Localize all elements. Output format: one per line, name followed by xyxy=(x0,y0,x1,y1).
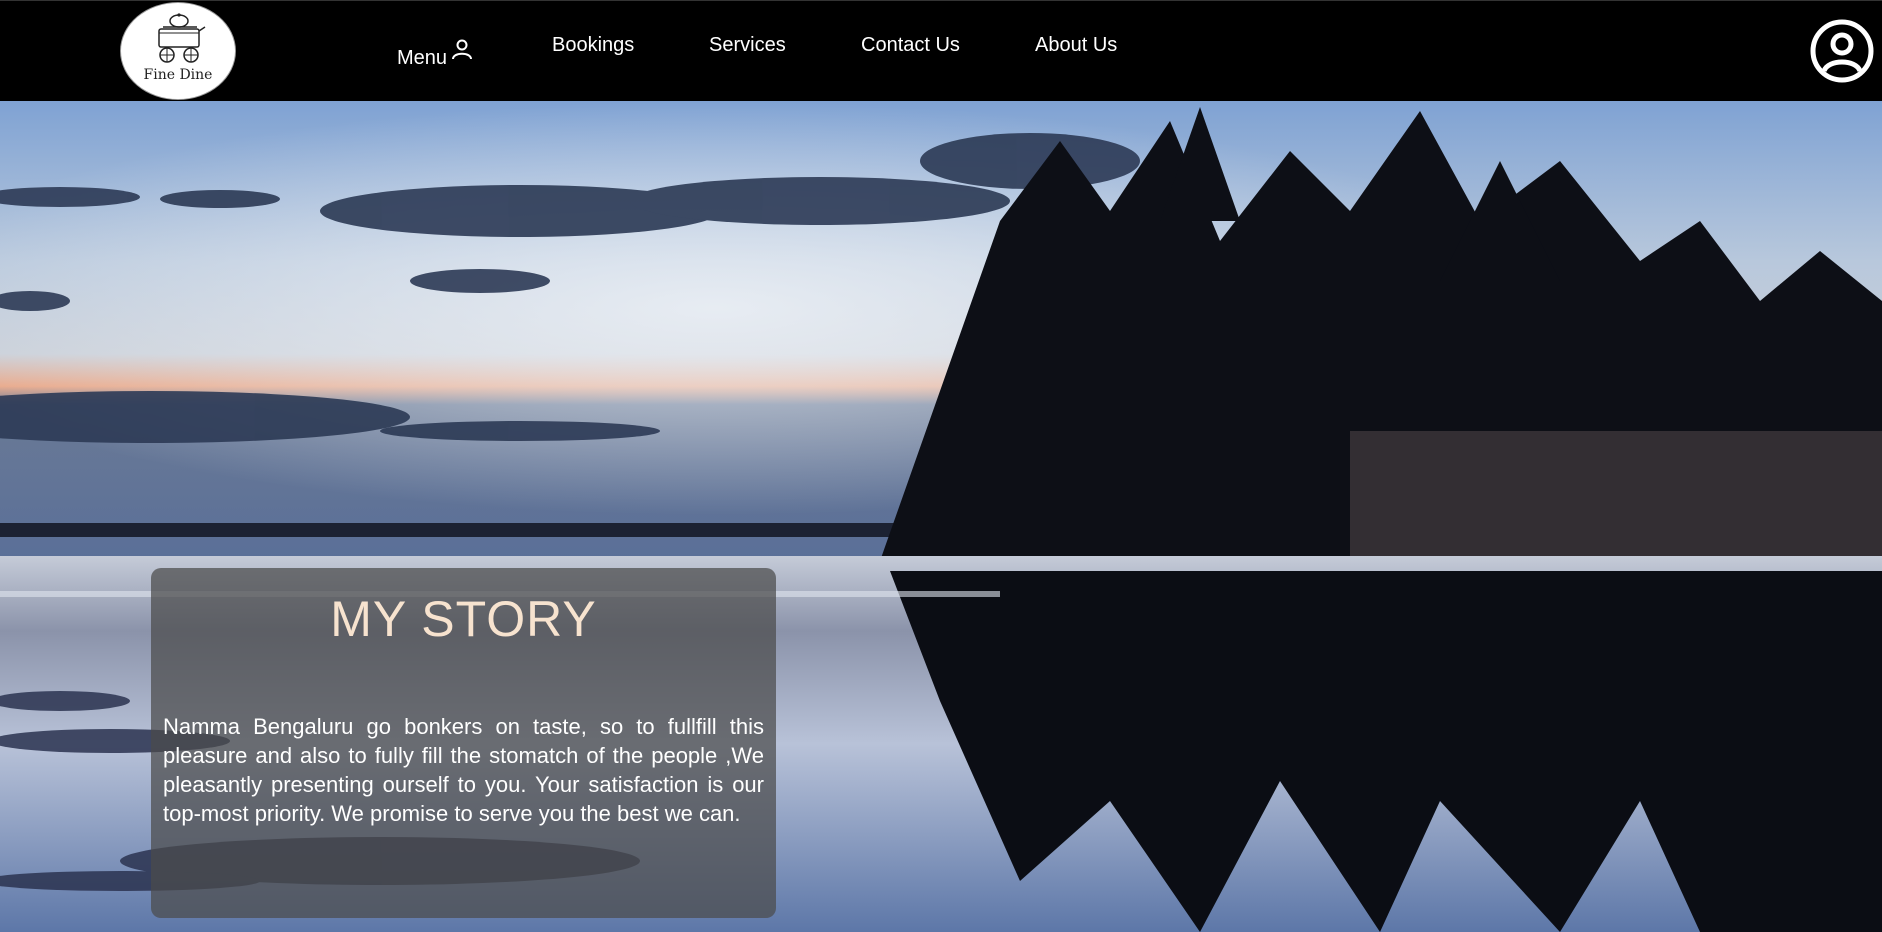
nav-services-link[interactable]: Services xyxy=(709,34,786,57)
user-circle-icon xyxy=(1810,19,1874,83)
account-button[interactable] xyxy=(1810,19,1874,83)
nav-contact-link[interactable]: Contact Us xyxy=(861,34,960,57)
nav-menu-link[interactable]: Menu xyxy=(397,39,472,70)
fine-dine-logo[interactable]: Fine Dine xyxy=(120,2,236,100)
top-navbar: Fine Dine Menu Bookings Services Contact… xyxy=(0,0,1882,101)
my-story-card: MY STORY Namma Bengaluru go bonkers on t… xyxy=(151,568,776,918)
logo-text: Fine Dine xyxy=(143,67,213,83)
nav-menu-label: Menu xyxy=(397,47,448,69)
person-icon xyxy=(452,39,472,60)
food-cart-icon xyxy=(158,13,206,63)
nav-about-link[interactable]: About Us xyxy=(1035,34,1117,57)
nav-bookings-link[interactable]: Bookings xyxy=(552,34,634,57)
story-title: MY STORY xyxy=(330,591,597,647)
hero-landscape-image: MY STORY Namma Bengaluru go bonkers on t… xyxy=(0,101,1882,932)
story-paragraph: Namma Bengaluru go bonkers on taste, so … xyxy=(163,714,764,826)
